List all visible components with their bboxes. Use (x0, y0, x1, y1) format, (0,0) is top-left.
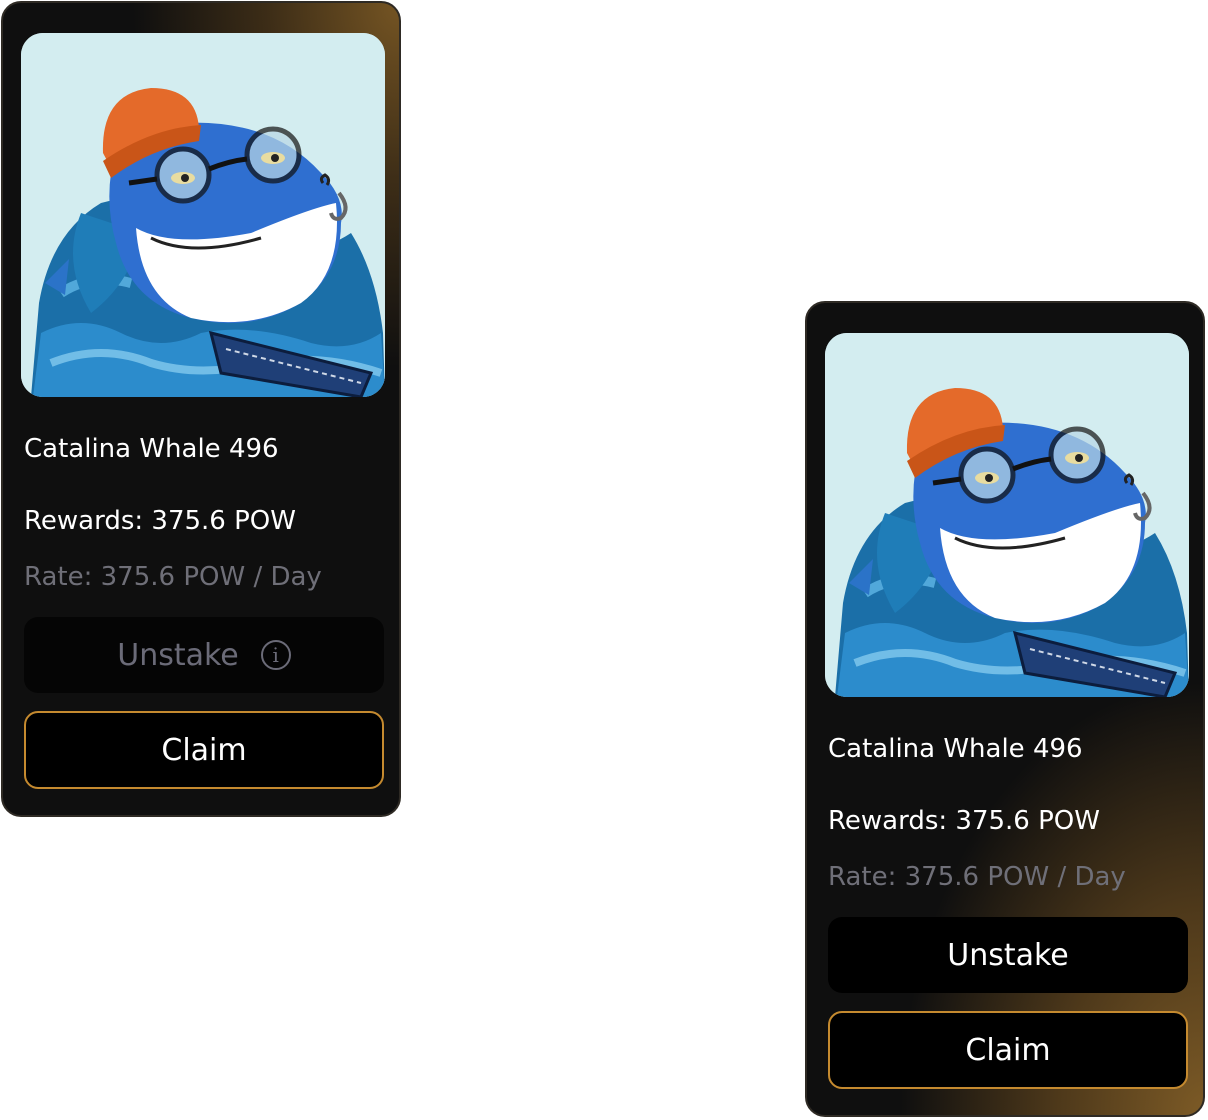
rate-text: Rate: 375.6 POW / Day (24, 562, 322, 592)
nft-name: Catalina Whale 496 (828, 734, 1083, 764)
info-icon[interactable]: i (260, 640, 291, 670)
claim-button-label: Claim (965, 1032, 1051, 1068)
whale-avatar-image (21, 33, 385, 397)
nft-image (21, 33, 385, 397)
nft-image (825, 333, 1189, 697)
unstake-button[interactable]: Unstake (828, 917, 1188, 993)
rewards-text: Rewards: 375.6 POW (24, 506, 296, 536)
claim-button-label: Claim (161, 732, 247, 768)
rewards-text: Rewards: 375.6 POW (828, 806, 1100, 836)
unstake-button[interactable]: Unstake i (24, 617, 384, 693)
nft-card-1: Catalina Whale 496 Rewards: 375.6 POW Ra… (1, 1, 401, 817)
nft-card-2: Catalina Whale 496 Rewards: 375.6 POW Ra… (805, 301, 1205, 1117)
claim-button[interactable]: Claim (24, 711, 384, 789)
rate-text: Rate: 375.6 POW / Day (828, 862, 1126, 892)
claim-button[interactable]: Claim (828, 1011, 1188, 1089)
nft-name: Catalina Whale 496 (24, 434, 279, 464)
whale-avatar-image (825, 333, 1189, 697)
unstake-button-label: Unstake (947, 937, 1069, 973)
unstake-button-label: Unstake (117, 637, 239, 673)
